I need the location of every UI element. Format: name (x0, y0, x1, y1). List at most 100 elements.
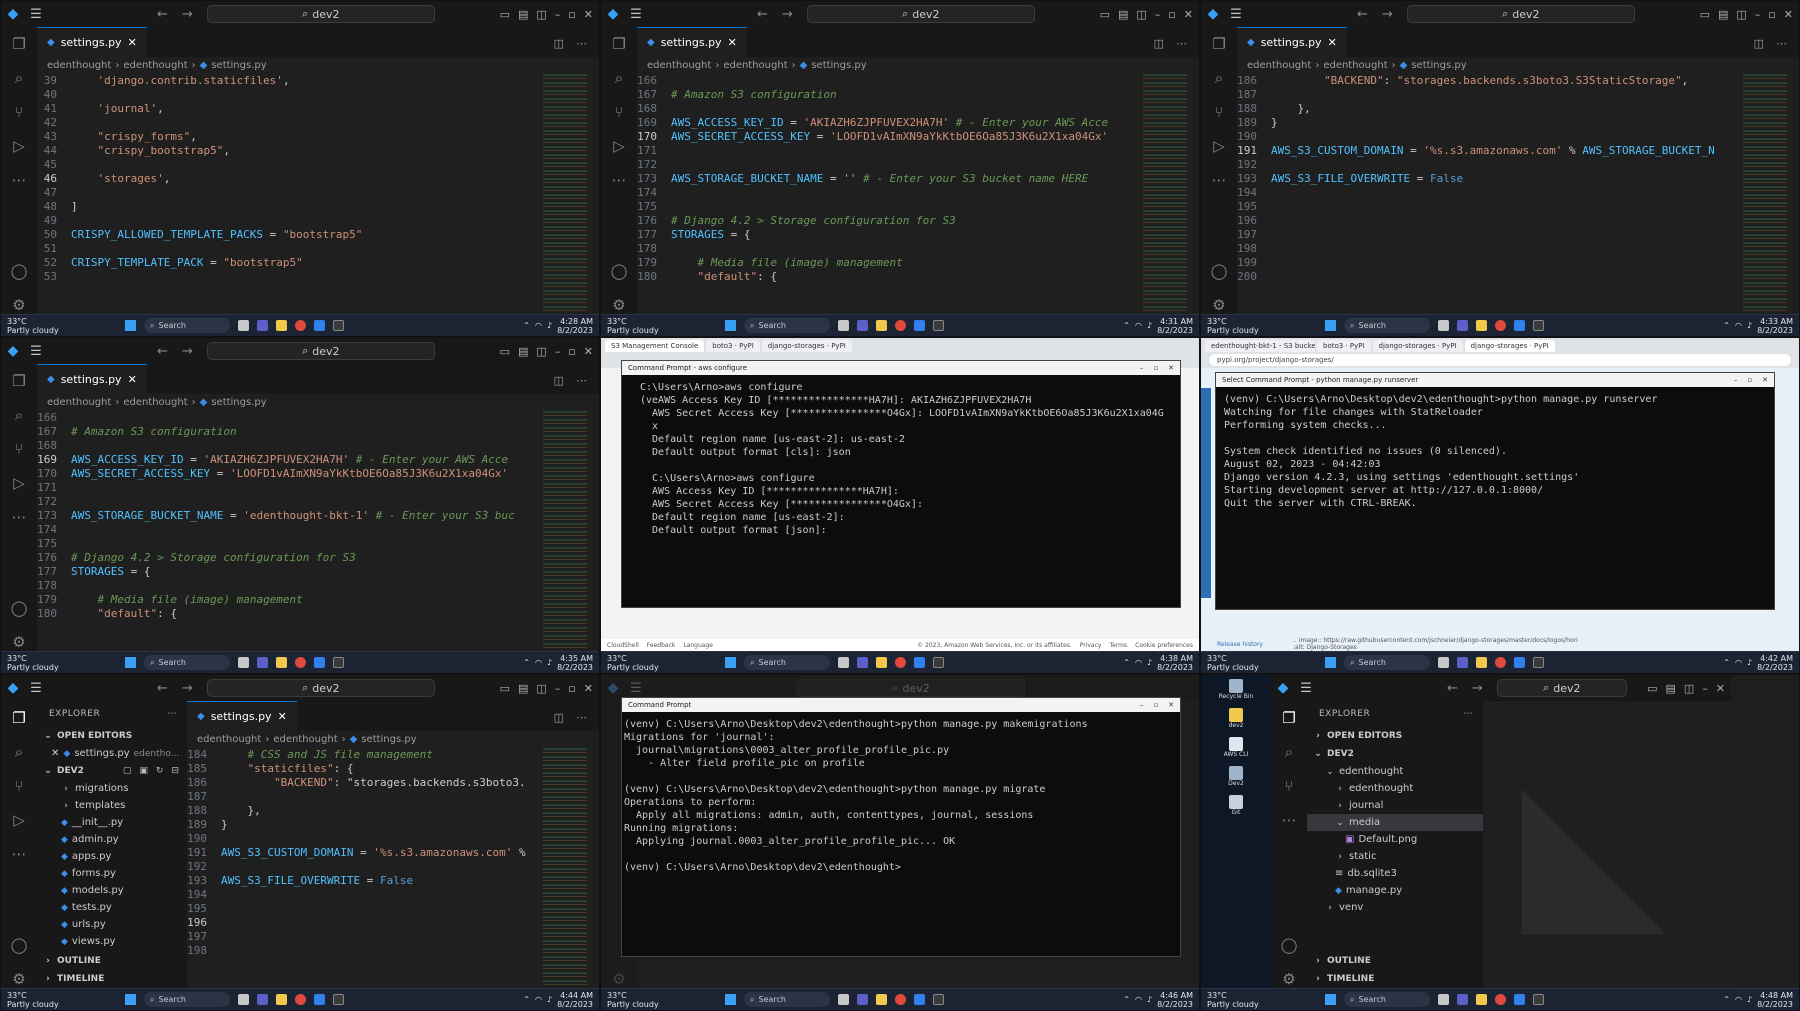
workspace-root[interactable]: ⌄ DEV2 (1307, 745, 1483, 763)
wifi-icon[interactable]: ◠ (535, 995, 542, 1004)
code-line[interactable]: 44 "crispy_bootstrap5", (37, 144, 539, 158)
panel-icon[interactable]: ▤ (518, 682, 528, 695)
panel-icon[interactable]: ▤ (518, 8, 528, 21)
split-editor-icon[interactable]: ◫ (554, 711, 564, 724)
vscode-app-icon[interactable] (1514, 657, 1525, 668)
code-line[interactable]: 191 AWS_S3_CUSTOM_DOMAIN = '%s.s3.amazona… (187, 846, 539, 860)
file-explorer-icon[interactable] (876, 657, 887, 668)
tree-item[interactable]: ◆ admin.py (37, 831, 187, 848)
menu-icon[interactable]: ☰ (25, 681, 47, 696)
code-line[interactable]: 168 (37, 439, 539, 453)
menu-icon[interactable]: ☰ (1295, 681, 1317, 696)
source-control-icon[interactable]: ⑂ (14, 777, 23, 795)
task-view-icon[interactable] (238, 994, 249, 1005)
close-window-icon[interactable]: ✕ (1168, 701, 1174, 709)
cookie-link[interactable]: Cookie preferences (1135, 642, 1193, 649)
new-folder-icon[interactable]: ▣ (139, 766, 148, 776)
split-editor-icon[interactable]: ◫ (1154, 37, 1164, 50)
chevron-up-icon[interactable]: ⌃ (523, 321, 530, 330)
search-icon[interactable]: ⌕ (15, 69, 23, 87)
desktop-icon[interactable]: Git (1206, 795, 1266, 816)
code-line[interactable]: 175 (37, 537, 539, 551)
weather-widget[interactable]: 33°C Partly cloudy (7, 317, 59, 335)
wifi-icon[interactable]: ◠ (535, 321, 542, 330)
clock[interactable]: 4:38 AM 8/2/2023 (1157, 654, 1193, 672)
account-icon[interactable]: ◯ (11, 936, 28, 954)
code-line[interactable]: 192 (1237, 158, 1739, 172)
start-icon[interactable] (725, 657, 736, 668)
clock[interactable]: 4:44 AM 8/2/2023 (557, 991, 593, 1009)
timeline-section[interactable]: › TIMELINE (37, 970, 187, 988)
code-line[interactable]: 184 # CSS and JS file management (187, 748, 539, 762)
code-line[interactable]: 197 (1237, 228, 1739, 242)
clock[interactable]: 4:35 AM 8/2/2023 (557, 654, 593, 672)
more-icon[interactable]: ⋯ (12, 171, 27, 189)
wifi-icon[interactable]: ◠ (1135, 321, 1142, 330)
files-icon[interactable]: ❐ (12, 709, 25, 727)
restore-icon[interactable]: ▫ (568, 682, 575, 695)
chrome-icon[interactable] (295, 657, 306, 668)
restore-icon[interactable]: ▫ (1768, 8, 1775, 21)
layout-icon[interactable]: ▭ (500, 682, 510, 695)
code-line[interactable]: 193 AWS_S3_FILE_OVERWRITE = False (1237, 172, 1739, 186)
breadcrumb-item[interactable]: edenthought (1323, 60, 1387, 71)
more-icon[interactable]: ⋯ (12, 845, 27, 863)
code-line[interactable]: 178 (637, 242, 1139, 256)
chrome-icon[interactable] (895, 320, 906, 331)
code-line[interactable]: 173 AWS_STORAGE_BUCKET_NAME = 'edenthough… (37, 509, 539, 523)
minimize-icon[interactable]: – (1702, 682, 1708, 695)
terminal-app-icon[interactable] (1533, 657, 1544, 668)
terminal-output[interactable]: C:\Users\Arno>aws configure (veAWS Access… (622, 375, 1180, 543)
minimap[interactable] (1143, 74, 1187, 314)
tree-item[interactable]: › migrations (37, 780, 187, 797)
volume-icon[interactable]: ♪ (1747, 995, 1752, 1004)
breadcrumb-item[interactable]: edenthought (647, 60, 711, 71)
code-line[interactable]: 176 # Django 4.2 > Storage configuration … (637, 214, 1139, 228)
chevron-up-icon[interactable]: ⌃ (1723, 321, 1730, 330)
code-line[interactable]: 170 AWS_SECRET_ACCESS_KEY = 'LOOFD1vAImXN… (637, 130, 1139, 144)
tree-item[interactable]: ◆ urls.py (37, 916, 187, 933)
code-line[interactable]: 50 CRISPY_ALLOWED_TEMPLATE_PACKS = "boots… (37, 228, 539, 242)
command-center-search[interactable]: ⌕ dev2 (806, 5, 1035, 23)
tab-settings-py[interactable]: ◆ settings.py ✕ (637, 27, 747, 57)
file-explorer-icon[interactable] (1476, 657, 1487, 668)
minimap[interactable] (543, 411, 587, 651)
more-actions-icon[interactable]: ⋯ (1464, 709, 1484, 719)
tree-item[interactable]: ⌄ edenthought (1307, 763, 1483, 780)
forward-arrow-icon[interactable]: → (782, 7, 793, 22)
start-icon[interactable] (125, 994, 136, 1005)
layout-icon[interactable]: ▭ (1647, 682, 1657, 695)
breadcrumb-item[interactable]: settings.py (811, 60, 866, 71)
code-line[interactable]: 177 STORAGES = { (37, 565, 539, 579)
search-icon[interactable]: ⌕ (1285, 743, 1293, 761)
code-line[interactable]: 48] (37, 200, 539, 214)
desktop-icon[interactable]: AWS CLI (1206, 737, 1266, 758)
vscode-app-icon[interactable] (314, 320, 325, 331)
run-debug-icon[interactable]: ▷ (13, 811, 25, 829)
gear-icon[interactable]: ⚙ (1212, 296, 1225, 314)
chevron-up-icon[interactable]: ⌃ (1723, 995, 1730, 1004)
tree-item[interactable]: › edenthought (1307, 780, 1483, 797)
source-control-icon[interactable]: ⑂ (1214, 103, 1223, 121)
terminal-app-icon[interactable] (1533, 994, 1544, 1005)
more-actions-icon[interactable]: ⋯ (1776, 37, 1787, 50)
code-line[interactable]: 49 (37, 214, 539, 228)
close-window-icon[interactable]: ✕ (1716, 682, 1725, 695)
gear-icon[interactable]: ⚙ (12, 296, 25, 314)
tree-item[interactable]: › static (1307, 848, 1483, 865)
weather-widget[interactable]: 33°C Partly cloudy (607, 317, 659, 335)
minimize-icon[interactable]: – (555, 682, 561, 695)
source-control-icon[interactable]: ⑂ (14, 103, 23, 121)
breadcrumb-item[interactable]: edenthought (47, 397, 111, 408)
tree-item[interactable]: ◆ tests.py (37, 899, 187, 916)
terminal-app-icon[interactable] (933, 320, 944, 331)
volume-icon[interactable]: ♪ (1147, 658, 1152, 667)
close-tab-icon[interactable]: ✕ (128, 36, 137, 49)
tree-item[interactable]: ◆ manage.py (1307, 882, 1483, 899)
code-line[interactable]: 189} (187, 818, 539, 832)
tab-settings-py[interactable]: ◆ settings.py ✕ (37, 364, 147, 394)
code-line[interactable]: 199 (1237, 256, 1739, 270)
more-actions-icon[interactable]: ⋯ (1176, 37, 1187, 50)
tree-item[interactable]: › venv (1307, 899, 1483, 916)
task-view-icon[interactable] (1438, 320, 1449, 331)
